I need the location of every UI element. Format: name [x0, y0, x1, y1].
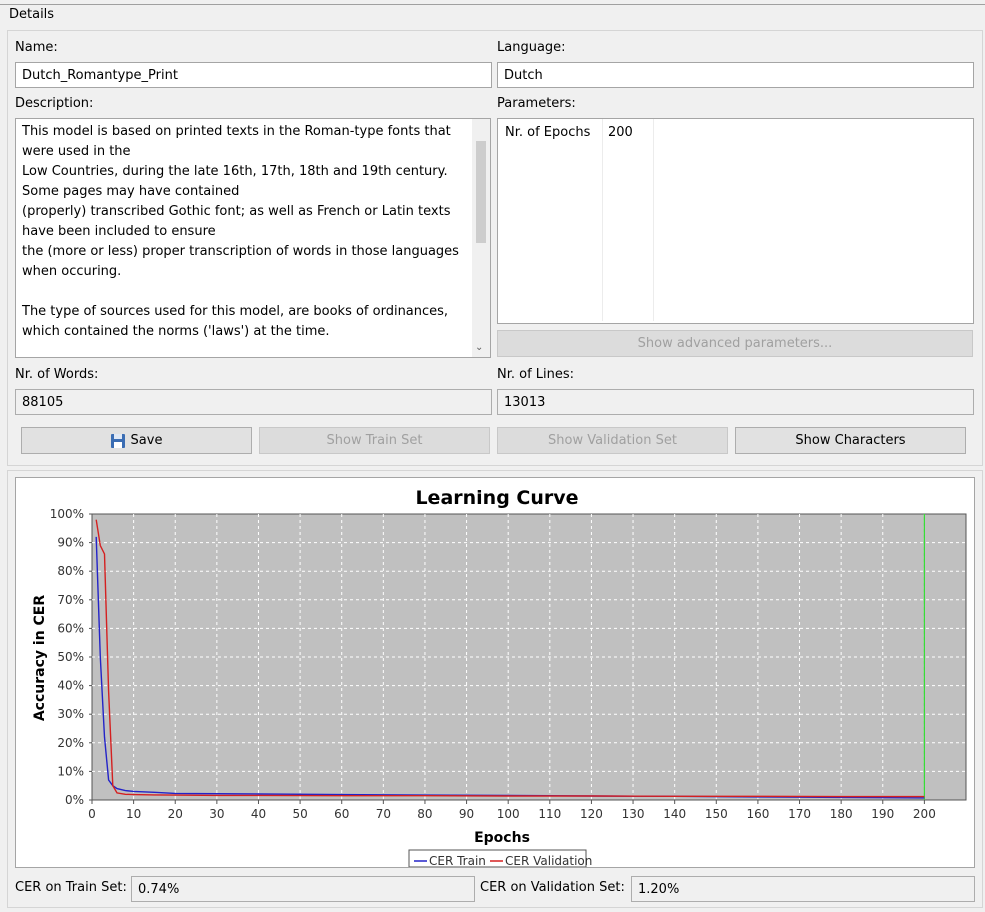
x-tick-label: 200 — [913, 807, 936, 821]
y-tick-label: 20% — [57, 736, 84, 750]
y-tick-label: 0% — [65, 793, 84, 807]
x-tick-label: 110 — [538, 807, 561, 821]
show-characters-button[interactable]: Show Characters — [735, 427, 966, 454]
language-label: Language: — [497, 40, 566, 55]
x-tick-label: 100 — [497, 807, 520, 821]
y-tick-label: 30% — [57, 707, 84, 721]
details-group-title: Details — [9, 7, 55, 22]
cer-train-label: CER on Train Set: — [15, 880, 127, 895]
x-tick-label: 170 — [788, 807, 811, 821]
description-textarea[interactable]: This model is based on printed texts in … — [15, 118, 491, 358]
y-tick-label: 60% — [57, 621, 84, 635]
x-tick-label: 80 — [417, 807, 432, 821]
x-tick-label: 30 — [209, 807, 224, 821]
x-tick-label: 150 — [705, 807, 728, 821]
save-button-label: Save — [130, 433, 163, 448]
show-train-set-button[interactable]: Show Train Set — [259, 427, 490, 454]
lines-field: 13013 — [497, 389, 974, 415]
learning-curve-chart: Learning Curve 0% 10% 20% 30% 40% 50% 60% 70% 80… — [32, 487, 967, 868]
x-tick-label: 50 — [292, 807, 307, 821]
y-tick-label: 40% — [57, 679, 84, 693]
description-scrollbar[interactable]: ⌄ — [472, 119, 490, 357]
y-tick-label: 90% — [57, 536, 84, 550]
cer-validation-label: CER on Validation Set: — [480, 880, 625, 895]
x-tick-label: 70 — [376, 807, 391, 821]
y-tick-label: 80% — [57, 564, 84, 578]
x-tick-label: 180 — [830, 807, 853, 821]
top-separator — [0, 4, 985, 5]
chart-panel: Learning Curve 0% 10% 20% 30% 40% 50% 60% 70% 80… — [15, 477, 975, 868]
show-advanced-parameters-button[interactable]: Show advanced parameters... — [497, 330, 973, 357]
x-tick-label: 0 — [88, 807, 96, 821]
cer-validation-field: 1.20% — [631, 876, 975, 902]
save-button[interactable]: Save — [21, 427, 252, 454]
y-axis-label: Accuracy in CER — [32, 595, 48, 722]
x-tick-label: 90 — [459, 807, 474, 821]
x-tick-label: 10 — [126, 807, 141, 821]
show-validation-set-button[interactable]: Show Validation Set — [497, 427, 728, 454]
x-tick-label: 40 — [251, 807, 266, 821]
parameter-key: Nr. of Epochs — [505, 125, 591, 140]
lines-label: Nr. of Lines: — [497, 367, 575, 382]
parameters-key-column: Nr. of Epochs — [498, 119, 603, 321]
name-label: Name: — [15, 40, 58, 55]
language-field[interactable]: Dutch — [497, 62, 974, 88]
description-text: This model is based on printed texts in … — [22, 124, 459, 339]
legend-validation: CER Validation — [505, 854, 592, 867]
legend-train: CER Train — [429, 854, 486, 867]
x-tick-label: 60 — [334, 807, 349, 821]
y-tick-label: 50% — [57, 650, 84, 664]
x-tick-label: 120 — [580, 807, 603, 821]
chart-legend: CER Train CER Validation — [408, 849, 592, 868]
floppy-disk-icon — [110, 433, 125, 448]
parameter-value[interactable]: 200 — [608, 125, 633, 140]
plot-area — [91, 513, 967, 801]
x-tick-label: 20 — [168, 807, 183, 821]
y-tick-label: 100% — [50, 507, 84, 521]
y-tick-label: 70% — [57, 593, 84, 607]
name-field[interactable]: Dutch_Romantype_Print — [15, 62, 492, 88]
x-tick-label: 190 — [871, 807, 894, 821]
parameters-value-column: 200 — [603, 119, 654, 321]
parameters-label: Parameters: — [497, 96, 576, 111]
x-tick-label: 130 — [622, 807, 645, 821]
chart-title: Learning Curve — [415, 487, 578, 509]
y-tick-label: 10% — [57, 764, 84, 778]
x-axis-label: Epochs — [474, 830, 530, 846]
cer-train-field: 0.74% — [131, 876, 475, 902]
scrollbar-thumb[interactable] — [476, 141, 486, 243]
words-label: Nr. of Words: — [15, 367, 99, 382]
chevron-down-icon[interactable]: ⌄ — [475, 342, 483, 353]
parameters-table[interactable]: Nr. of Epochs 200 — [497, 118, 974, 324]
x-tick-label: 140 — [663, 807, 686, 821]
words-field: 88105 — [15, 389, 492, 415]
description-label: Description: — [15, 96, 94, 111]
x-tick-label: 160 — [746, 807, 769, 821]
